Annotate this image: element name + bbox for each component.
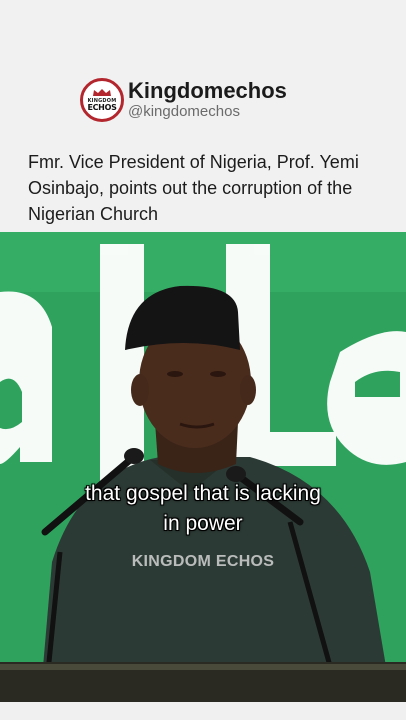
post-header: KINGDOM ECHOS Kingdomechos @kingdomechos… xyxy=(0,0,406,232)
account-display-name[interactable]: Kingdomechos xyxy=(128,79,287,102)
account-info[interactable]: KINGDOM ECHOS Kingdomechos @kingdomechos xyxy=(80,76,287,124)
crown-icon xyxy=(93,88,111,96)
account-handle[interactable]: @kingdomechos xyxy=(128,103,287,121)
video-subtitle-line-2: in power xyxy=(163,512,243,535)
video-watermark: KINGDOM ECHOS xyxy=(131,553,275,570)
video-player[interactable] xyxy=(0,232,406,702)
kingdomechos-logo[interactable]: KINGDOM ECHOS xyxy=(80,78,124,122)
video-frame xyxy=(0,232,406,702)
logo-text-main: ECHOS xyxy=(87,102,117,112)
bottom-bar xyxy=(0,702,406,720)
video-subtitle-line-1: that gospel that is lacking xyxy=(85,482,321,505)
post-caption: Fmr. Vice President of Nigeria, Prof. Ye… xyxy=(28,152,359,224)
account-names: Kingdomechos @kingdomechos xyxy=(128,79,287,121)
